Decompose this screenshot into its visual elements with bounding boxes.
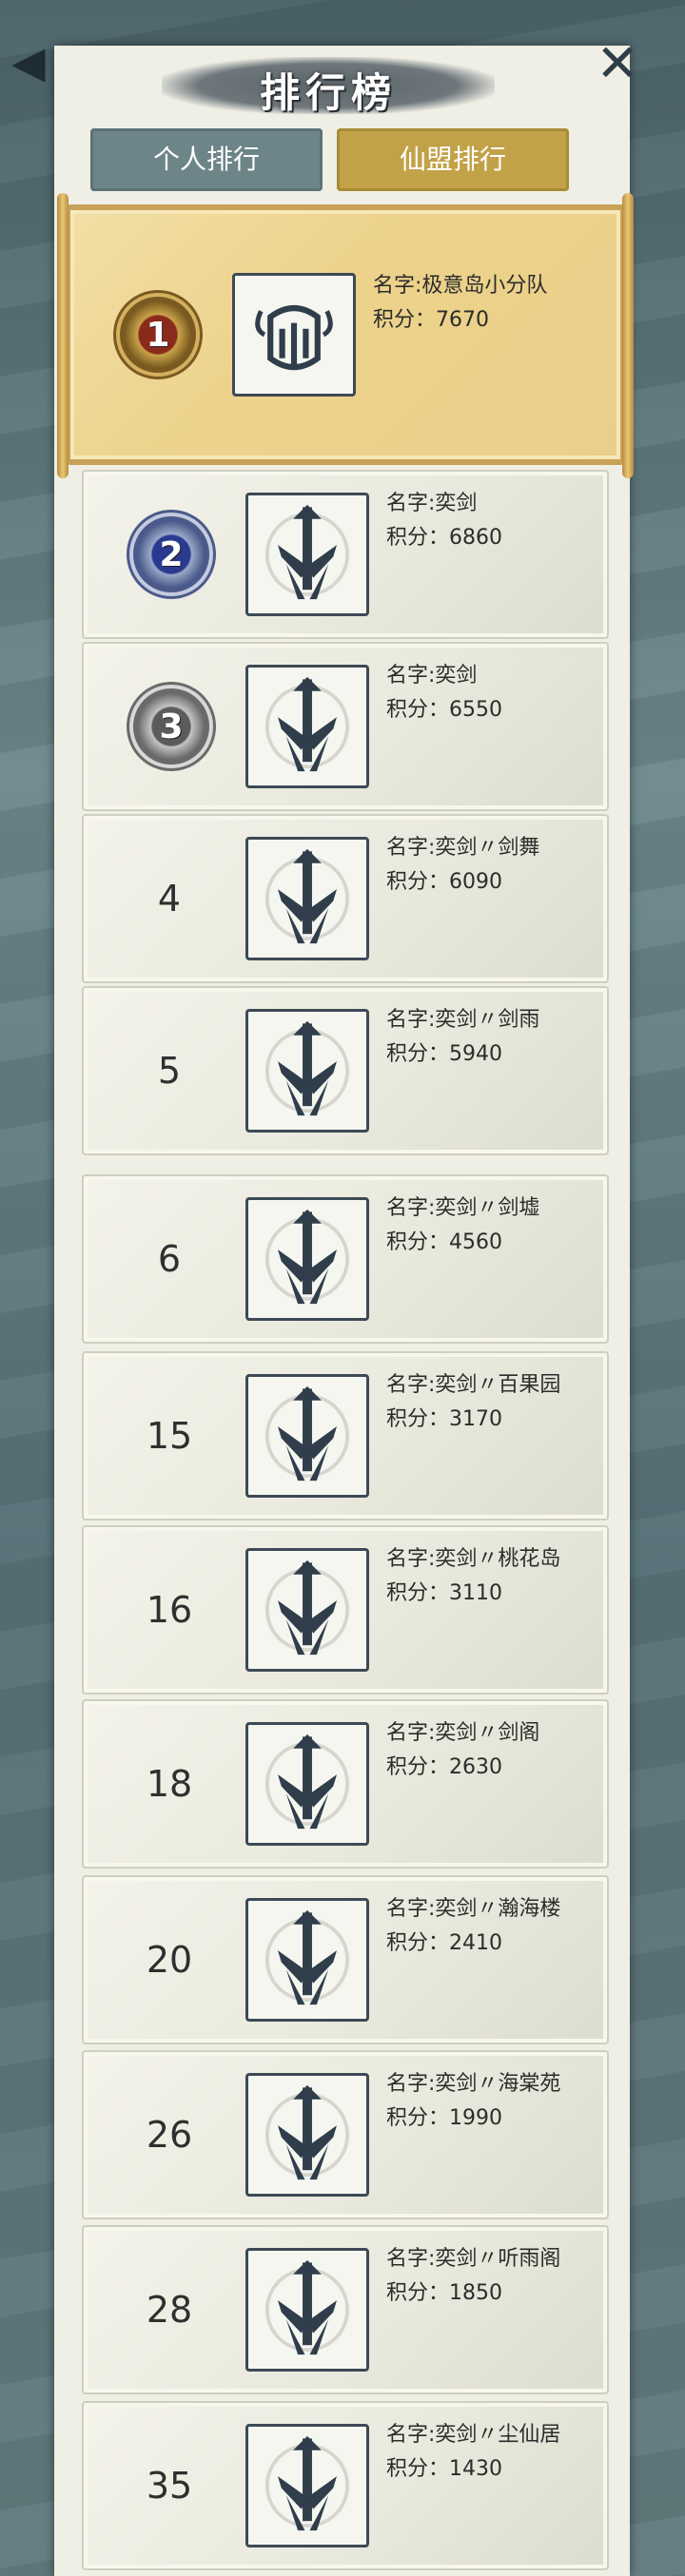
alliance-score: 积分：2410 <box>386 1931 502 1955</box>
crown-emblem-icon <box>232 273 356 397</box>
alliance-name: 名字:极意岛小分队 <box>373 274 548 298</box>
sword-emblem-icon <box>245 1898 369 2022</box>
sword-emblem-icon <box>245 2424 369 2547</box>
alliance-score: 积分：7670 <box>373 308 489 332</box>
sword-emblem-icon <box>245 1009 369 1133</box>
rank-number: 18 <box>146 1763 193 1805</box>
ranking-row-6[interactable]: 6 名字:奕剑〃剑墟 积分：4560 <box>82 1174 609 1344</box>
ranking-row-3[interactable]: 3 名字:奕剑 积分：6550 <box>82 642 609 811</box>
alliance-score: 积分：6090 <box>386 870 502 894</box>
ranking-row-35[interactable]: 35 名字:奕剑〃尘仙居 积分：1430 <box>82 2401 609 2570</box>
rank-number: 6 <box>157 1238 182 1280</box>
close-icon[interactable]: ✕ <box>592 38 643 89</box>
title-banner: 排行榜 <box>162 57 495 116</box>
ranking-row-16[interactable]: 16 名字:奕剑〃桃花岛 积分：3110 <box>82 1525 609 1695</box>
alliance-name: 名字:奕剑〃听雨阁 <box>386 2247 561 2271</box>
alliance-score: 积分：5940 <box>386 1042 502 1066</box>
ranking-row-5[interactable]: 5 名字:奕剑〃剑雨 积分：5940 <box>82 986 609 1155</box>
sword-emblem-icon <box>245 1722 369 1846</box>
alliance-name: 名字:奕剑〃百果园 <box>386 1373 561 1397</box>
alliance-score: 积分：6860 <box>386 526 502 550</box>
alliance-score: 积分：3170 <box>386 1407 502 1431</box>
rank-number: 20 <box>146 1939 193 1981</box>
tab-alliance-ranking[interactable]: 仙盟排行 <box>337 128 569 191</box>
rank-number: 16 <box>146 1589 193 1631</box>
scroll-rod-right <box>622 193 634 478</box>
ranking-row-20[interactable]: 20 名字:奕剑〃瀚海楼 积分：2410 <box>82 1875 609 2044</box>
silver-medal-icon: 2 <box>133 516 209 592</box>
alliance-score: 积分：1430 <box>386 2457 502 2481</box>
rank-number: 35 <box>146 2465 193 2507</box>
alliance-name: 名字:奕剑 <box>386 492 478 515</box>
sword-emblem-icon <box>245 2248 369 2372</box>
alliance-name: 名字:奕剑〃瀚海楼 <box>386 1897 561 1921</box>
alliance-name: 名字:奕剑〃剑墟 <box>386 1196 540 1220</box>
ranking-row-26[interactable]: 26 名字:奕剑〃海棠苑 积分：1990 <box>82 2050 609 2219</box>
alliance-name: 名字:奕剑〃尘仙居 <box>386 2423 561 2447</box>
sword-emblem-icon <box>245 493 369 616</box>
sword-emblem-icon <box>245 665 369 788</box>
scroll-rod-left <box>57 193 68 478</box>
ranking-row-15[interactable]: 15 名字:奕剑〃百果园 积分：3170 <box>82 1351 609 1520</box>
rank-number: 26 <box>146 2114 193 2156</box>
bronze-medal-icon: 3 <box>133 688 209 765</box>
ranking-row-1[interactable]: 1 名字:极意岛小分队 积分：7670 <box>57 193 634 478</box>
gold-medal-icon: 1 <box>120 297 196 373</box>
rank-number: 28 <box>146 2289 193 2331</box>
sword-emblem-icon <box>245 837 369 960</box>
sword-emblem-icon <box>245 1548 369 1672</box>
alliance-name: 名字:奕剑 <box>386 664 478 688</box>
page-title: 排行榜 <box>259 69 397 116</box>
sword-emblem-icon <box>245 1374 369 1498</box>
alliance-name: 名字:奕剑〃海棠苑 <box>386 2072 561 2096</box>
back-arrow-icon[interactable]: ◀ <box>0 38 57 86</box>
alliance-name: 名字:奕剑〃剑阁 <box>386 1721 540 1745</box>
alliance-score: 积分：4560 <box>386 1230 502 1254</box>
alliance-score: 积分：3110 <box>386 1581 502 1605</box>
alliance-score: 积分：6550 <box>386 698 502 722</box>
alliance-score: 积分：1990 <box>386 2106 502 2130</box>
ranking-row-28[interactable]: 28 名字:奕剑〃听雨阁 积分：1850 <box>82 2225 609 2394</box>
alliance-score: 积分：1850 <box>386 2281 502 2305</box>
rank-number: 4 <box>157 878 182 920</box>
sword-emblem-icon <box>245 2073 369 2197</box>
rank-number: 15 <box>146 1415 193 1457</box>
ranking-row-18[interactable]: 18 名字:奕剑〃剑阁 积分：2630 <box>82 1699 609 1869</box>
alliance-name: 名字:奕剑〃桃花岛 <box>386 1547 561 1571</box>
sword-emblem-icon <box>245 1197 369 1321</box>
rank-number: 5 <box>157 1050 182 1092</box>
ranking-row-2[interactable]: 2 名字:奕剑 积分：6860 <box>82 470 609 639</box>
tab-personal-ranking[interactable]: 个人排行 <box>90 128 323 191</box>
alliance-name: 名字:奕剑〃剑舞 <box>386 836 540 860</box>
alliance-name: 名字:奕剑〃剑雨 <box>386 1008 540 1032</box>
alliance-score: 积分：2630 <box>386 1755 502 1779</box>
ranking-row-4[interactable]: 4 名字:奕剑〃剑舞 积分：6090 <box>82 814 609 983</box>
